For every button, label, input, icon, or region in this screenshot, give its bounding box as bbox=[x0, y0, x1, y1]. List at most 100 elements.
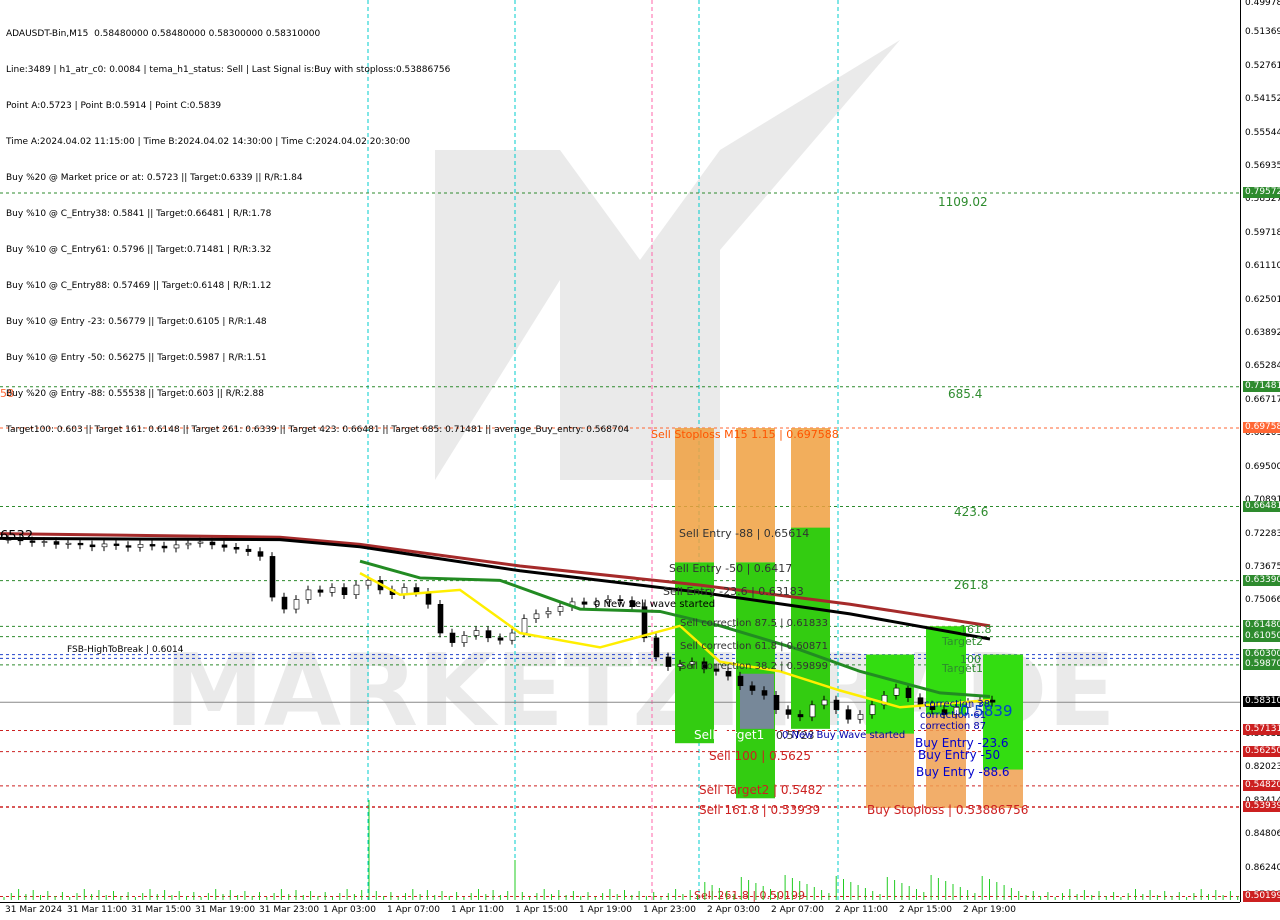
candle-body bbox=[749, 685, 756, 691]
price-axis[interactable]: 0.49978 0.51369 0.52761 0.54152 0.55544 0.569… bbox=[1240, 0, 1280, 902]
price-tick: 0.73675 bbox=[1245, 561, 1280, 572]
price-tick: 0.51369 bbox=[1245, 27, 1280, 38]
price-tag: 0.58310 bbox=[1243, 696, 1280, 708]
candle-body bbox=[329, 587, 336, 593]
sell-target-label: Sell Target1 bbox=[694, 728, 764, 742]
info-line: Point A:0.5723 | Point B:0.5914 | Point … bbox=[6, 101, 222, 111]
candle-body bbox=[233, 546, 240, 550]
sell-entry-label: Sell Entry -50 | 0.6417 bbox=[669, 562, 792, 575]
sell-100-label: Sell 100 | 0.5625 bbox=[709, 749, 811, 763]
candle-body bbox=[137, 544, 144, 548]
time-tick: 31 Mar 11:00 bbox=[67, 905, 128, 915]
time-tick: 1 Apr 11:00 bbox=[451, 905, 504, 915]
info-line: Buy %10 @ C_Entry61: 0.5796 || Target:0.… bbox=[6, 245, 272, 255]
price-tick: 0.72283 bbox=[1245, 528, 1280, 539]
price-tick: 0.69500 bbox=[1245, 461, 1280, 472]
candle-body bbox=[425, 592, 432, 605]
candle-body bbox=[161, 545, 168, 549]
candle-body bbox=[209, 541, 216, 546]
candle-body bbox=[269, 556, 276, 598]
candle-body bbox=[761, 690, 768, 696]
candle-body bbox=[41, 541, 48, 543]
candle-body bbox=[77, 542, 84, 546]
price-tick: 0.55544 bbox=[1245, 127, 1280, 138]
sell-target2-label: Sell Target2 | 0.5482 bbox=[699, 783, 823, 797]
price-tag: 0.53939 bbox=[1243, 800, 1280, 812]
candle-body bbox=[557, 606, 564, 612]
candle-body bbox=[773, 695, 780, 710]
sell-wave-label: 0 New Sell wave started bbox=[594, 599, 715, 610]
price-tick: 0.49978 bbox=[1245, 0, 1280, 8]
price-tag: 0.71481 bbox=[1243, 380, 1280, 392]
target1-label: Target1 bbox=[941, 662, 983, 675]
info-line: Time A:2024.04.02 11:15:00 | Time B:2024… bbox=[6, 137, 411, 147]
time-tick: 31 Mar 15:00 bbox=[131, 905, 192, 915]
buy-correction-label: correction 87 bbox=[920, 721, 986, 732]
price-tick: 0.63892 bbox=[1245, 328, 1280, 339]
time-tick: 2 Apr 03:00 bbox=[707, 905, 760, 915]
time-tick: 31 Mar 23:00 bbox=[259, 905, 320, 915]
candle-body bbox=[797, 714, 804, 718]
candle-body bbox=[905, 687, 912, 698]
time-tick: 2 Apr 15:00 bbox=[899, 905, 952, 915]
info-line: Buy %20 @ Market price or at: 0.5723 || … bbox=[6, 173, 303, 183]
info-line: Buy %10 @ C_Entry88: 0.57469 || Target:0… bbox=[6, 281, 272, 291]
candle-body bbox=[245, 548, 252, 552]
candle-body bbox=[725, 671, 732, 677]
price-tick: 0.54152 bbox=[1245, 94, 1280, 105]
candle-body bbox=[497, 637, 504, 641]
buy-stoploss-label: Buy Stoploss | 0.53886756 bbox=[867, 803, 1028, 817]
time-tick: 2 Apr 11:00 bbox=[835, 905, 888, 915]
price-tag: 0.69758 bbox=[1243, 422, 1280, 434]
buy-entry-label: Buy Entry -50 bbox=[918, 748, 1000, 762]
point-c-label: 0.5839 bbox=[960, 702, 1013, 720]
sell-correction-label: Sell correction 61.8 | 0.60871 bbox=[680, 641, 828, 652]
price-tick: 0.52761 bbox=[1245, 60, 1280, 71]
fib-label-1109: 1109.02 bbox=[938, 195, 988, 209]
candle-body bbox=[845, 709, 852, 720]
candle-body bbox=[281, 596, 288, 610]
sell-correction-label: Sell correction 87.5 | 0.61833 bbox=[680, 618, 828, 629]
candle-body bbox=[317, 589, 324, 593]
time-tick: 31 Mar 19:00 bbox=[195, 905, 256, 915]
candle-body bbox=[257, 551, 264, 557]
sell-stoploss-label: Sell Stoploss M15 1.15 | 0.697588 bbox=[651, 428, 839, 441]
price-tick: 0.56935 bbox=[1245, 161, 1280, 172]
candle-body bbox=[197, 541, 204, 544]
fib-label-685: 685.4 bbox=[948, 387, 982, 401]
price-tag: 0.50199 bbox=[1243, 890, 1280, 902]
candle-body bbox=[305, 589, 312, 600]
time-tick: 1 Apr 15:00 bbox=[515, 905, 568, 915]
candle-body bbox=[449, 632, 456, 643]
candle-body bbox=[545, 611, 552, 615]
candle-body bbox=[785, 709, 792, 715]
time-tick: 1 Apr 23:00 bbox=[643, 905, 696, 915]
left-price-label: 6532 bbox=[0, 529, 33, 544]
time-tick: 1 Apr 07:00 bbox=[387, 905, 440, 915]
candle-body bbox=[221, 544, 228, 548]
target2-label: Target2 bbox=[941, 635, 983, 648]
fib-label-261: 261.8 bbox=[954, 578, 988, 592]
time-axis[interactable]: 31 Mar 2024 31 Mar 11:00 31 Mar 15:00 31 Ma… bbox=[0, 902, 1240, 920]
candle-body bbox=[893, 687, 900, 696]
candle-body bbox=[509, 632, 516, 641]
candle-body bbox=[809, 704, 816, 718]
chart-window: MARKETZITRADE 1109.02 685.4 423.6 261.8 58 653… bbox=[0, 0, 1280, 920]
candle-body bbox=[917, 697, 924, 706]
candle-body bbox=[293, 599, 300, 610]
price-tick: 0.86240 bbox=[1245, 862, 1280, 873]
price-tag: 0.54820 bbox=[1243, 779, 1280, 791]
candle-body bbox=[653, 637, 660, 658]
plot-area[interactable]: MARKETZITRADE 1109.02 685.4 423.6 261.8 58 653… bbox=[0, 0, 1240, 902]
candle-body bbox=[665, 656, 672, 667]
price-tag: 0.61050 bbox=[1243, 630, 1280, 642]
price-tick: 0.62501 bbox=[1245, 294, 1280, 305]
candle-body bbox=[89, 544, 96, 548]
fsb-label: FSB-HighToBreak | 0.6014 bbox=[67, 645, 184, 655]
info-line: Buy %10 @ Entry -23: 0.56779 || Target:0… bbox=[6, 317, 267, 327]
price-tick: 0.82023 bbox=[1245, 762, 1280, 773]
candle-body bbox=[365, 580, 372, 586]
candle-body bbox=[113, 543, 120, 546]
buy-wave-label: 0 New Buy Wave started bbox=[782, 730, 905, 741]
candle-body bbox=[173, 544, 180, 549]
